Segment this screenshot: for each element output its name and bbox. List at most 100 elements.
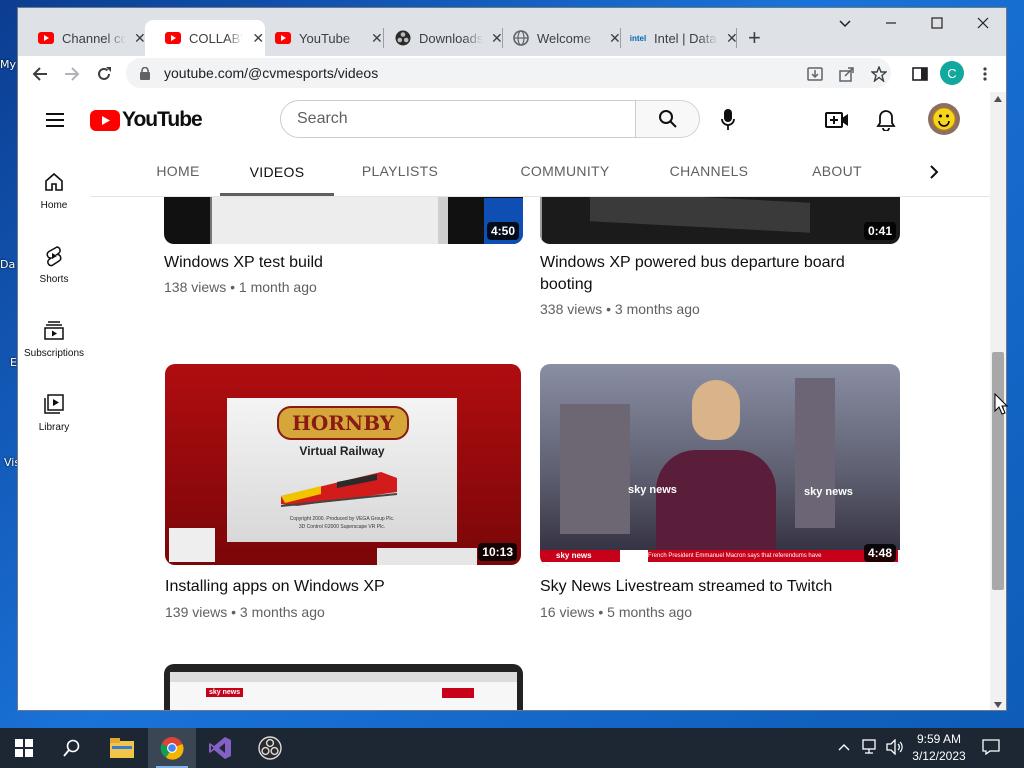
bookmark-star-icon[interactable] [870, 65, 888, 83]
scrollbar-thumb[interactable] [992, 352, 1004, 590]
video-title[interactable]: Windows XP powered bus departure board b… [540, 252, 880, 296]
guide-item-subscriptions[interactable]: Subscriptions [18, 318, 90, 359]
menu-kebab-icon[interactable] [973, 62, 997, 86]
taskbar-search-button[interactable] [48, 728, 96, 768]
tab-community[interactable]: COMMUNITY [496, 148, 634, 194]
create-video-icon[interactable] [825, 108, 849, 132]
address-bar[interactable]: youtube.com/@cvmesports/videos [126, 58, 891, 88]
chrome-taskbar-icon[interactable] [148, 728, 196, 768]
video-thumbnail[interactable]: 0:41 [540, 196, 900, 244]
notification-center-icon[interactable] [982, 739, 1000, 758]
tab-about[interactable]: ABOUT [794, 148, 880, 194]
youtube-header: YouTube Search [18, 92, 990, 148]
obs-icon [395, 30, 411, 46]
new-tab-button[interactable]: + [748, 25, 761, 51]
youtube-logo[interactable]: YouTube [90, 108, 203, 132]
hornby-splash: HORNBY Virtual Railway Copyright 2000. P… [227, 398, 457, 542]
windows-taskbar: 9:59 AM 3/12/2023 [0, 728, 1024, 768]
volume-icon[interactable] [886, 738, 904, 758]
tab-videos[interactable]: VIDEOS [220, 148, 334, 196]
search-input[interactable]: Search [280, 100, 636, 138]
youtube-logo-text: YouTube [122, 108, 203, 131]
tab-home[interactable]: HOME [140, 148, 216, 194]
globe-icon [513, 30, 529, 46]
thumbnail-tower [795, 378, 835, 528]
video-meta: 338 views • 3 months ago [540, 301, 700, 317]
video-title[interactable]: Installing apps on Windows XP [165, 576, 505, 598]
file-explorer-icon[interactable] [98, 728, 146, 768]
network-icon[interactable] [862, 739, 880, 758]
profile-avatar[interactable]: C [940, 61, 964, 85]
thumbnail-board [590, 196, 810, 233]
guide-label: Shorts [39, 274, 69, 285]
back-button[interactable] [28, 62, 52, 86]
lock-icon[interactable] [138, 66, 152, 80]
side-panel-icon[interactable] [908, 62, 932, 86]
video-title[interactable]: Windows XP test build [164, 252, 504, 274]
chevron-up-icon[interactable] [838, 739, 850, 754]
browser-window: Channel content ✕ COLLABVM ✕ YouTube ✕ D… [17, 7, 1007, 711]
url-text: youtube.com/@cvmesports/videos [164, 65, 379, 81]
scroll-up-arrow-icon[interactable] [994, 96, 1002, 102]
forward-button[interactable] [60, 62, 84, 86]
guide-item-shorts[interactable]: Shorts [18, 244, 90, 285]
guide-item-home[interactable]: Home [18, 170, 90, 211]
youtube-icon [38, 30, 54, 46]
tab-youtube[interactable]: YouTube ✕ [255, 20, 383, 56]
tab-channels[interactable]: CHANNELS [650, 148, 768, 194]
maximize-button[interactable] [914, 16, 960, 34]
video-meta: 139 views • 3 months ago [165, 604, 325, 620]
hornby-copyright-2: 3D Control ©2000 Superscape VR Plc. [298, 524, 386, 530]
home-icon [42, 170, 66, 194]
tab-search-button[interactable] [822, 16, 868, 34]
sky-watermark: sky news [804, 486, 853, 498]
start-button[interactable] [0, 728, 48, 768]
tab-separator [736, 28, 737, 48]
minimize-button[interactable] [868, 16, 914, 34]
share-icon[interactable] [838, 65, 856, 83]
tab-channel-content[interactable]: Channel content ✕ [18, 20, 146, 56]
video-thumbnail[interactable]: HORNBY Virtual Railway Copyright 2000. P… [165, 364, 521, 565]
microphone-icon[interactable] [716, 108, 740, 132]
window-close-button[interactable] [960, 16, 1006, 34]
video-thumbnail[interactable]: sky news sky news sky news French Presid… [540, 364, 900, 566]
intel-icon: intel [629, 33, 647, 43]
video-title[interactable]: Sky News Livestream streamed to Twitch [540, 576, 880, 598]
search-button[interactable] [636, 100, 700, 138]
presenter-head [692, 380, 740, 440]
ticker-logo: sky news [540, 550, 620, 562]
tab-title: COLLABVM [189, 30, 243, 46]
thumbnail-sky-logo: sky news [206, 688, 244, 697]
presenter-figure [656, 380, 776, 566]
install-app-icon[interactable] [806, 65, 824, 83]
desktop-icon-label[interactable]: Da [0, 258, 18, 271]
subscriptions-icon [42, 318, 66, 342]
reload-button[interactable] [92, 62, 116, 86]
video-thumbnail[interactable]: 4:50 [164, 196, 523, 244]
tab-title: Downloads [419, 30, 483, 46]
clock-date: 3/12/2023 [912, 749, 966, 763]
presenter-body [656, 450, 776, 566]
visual-studio-icon[interactable] [196, 728, 244, 768]
desktop-icon-label[interactable]: My [0, 58, 18, 71]
tab-playlists[interactable]: PLAYLISTS [352, 148, 448, 194]
tab-intel[interactable]: intel Intel | Data ✕ [610, 20, 738, 56]
scroll-down-arrow-icon[interactable] [994, 702, 1002, 708]
notifications-bell-icon[interactable] [874, 108, 898, 132]
account-avatar[interactable] [928, 103, 960, 135]
guide-item-library[interactable]: Library [18, 392, 90, 433]
chevron-right-icon[interactable] [922, 160, 946, 184]
tab-collabvm[interactable]: COLLABVM ✕ [145, 20, 265, 56]
thumbnail-divider [210, 196, 212, 244]
thumbnail-panel [164, 196, 210, 244]
obs-taskbar-icon[interactable] [246, 728, 294, 768]
taskbar-clock[interactable]: 9:59 AM 3/12/2023 [912, 731, 966, 765]
video-grid: 4:50 Windows XP test build 138 views • 1… [18, 196, 990, 710]
video-thumbnail[interactable]: sky news [164, 664, 523, 710]
video-duration: 0:41 [863, 222, 896, 240]
tab-welcome[interactable]: Welcome ✕ [493, 20, 621, 56]
tab-downloads[interactable]: Downloads ✕ [375, 20, 503, 56]
guide-label: Subscriptions [23, 348, 85, 359]
hornby-copyright: Copyright 2000. Produced by VEGA Group P… [289, 516, 395, 522]
channel-tabs: HOME VIDEOS PLAYLISTS COMMUNITY CHANNELS… [90, 148, 990, 197]
